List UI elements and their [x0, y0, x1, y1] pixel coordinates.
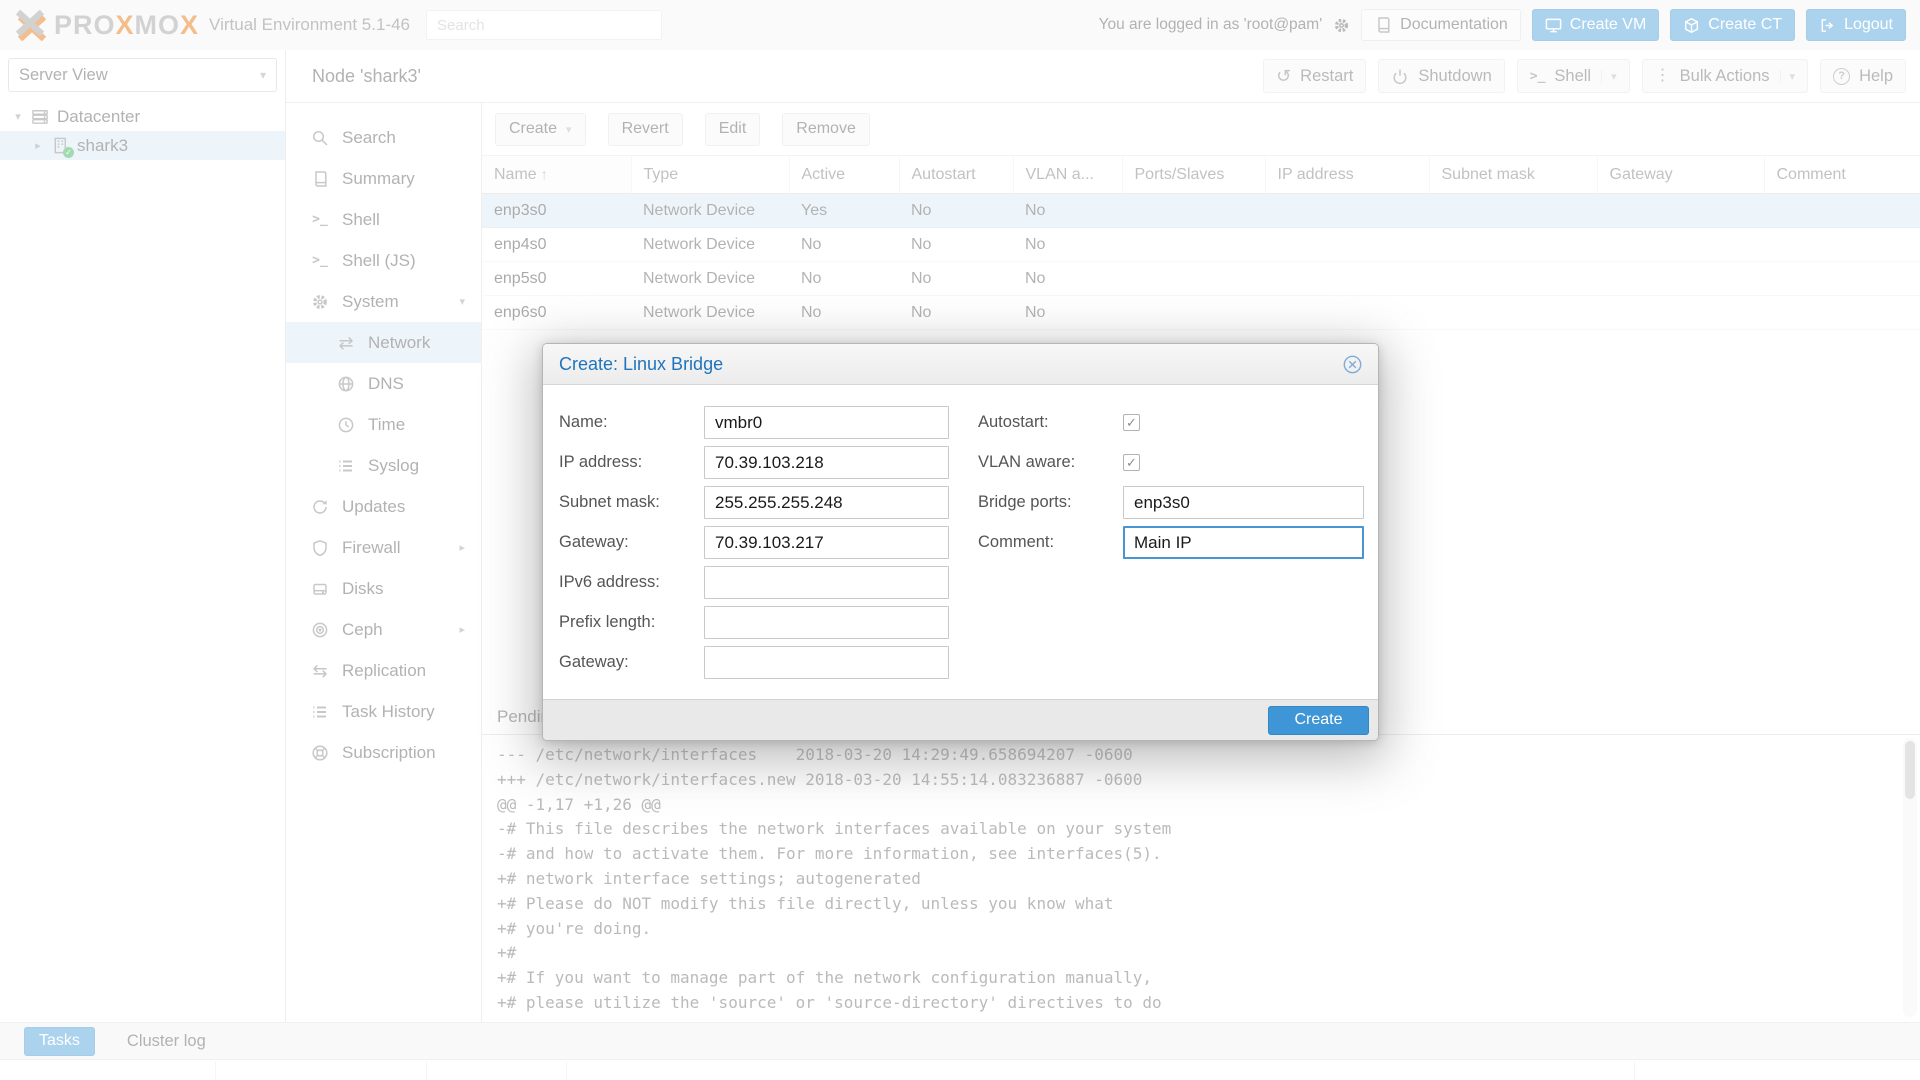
subnet-mask-label: Subnet mask: [559, 493, 704, 512]
dialog-title: Create: Linux Bridge [559, 354, 723, 375]
name-input[interactable] [704, 406, 949, 439]
gateway-label: Gateway: [559, 533, 704, 552]
comment-input[interactable] [1123, 526, 1364, 559]
vlan-aware-label: VLAN aware: [978, 453, 1123, 472]
bridge-ports-label: Bridge ports: [978, 493, 1123, 512]
ipv6-address-input[interactable] [704, 566, 949, 599]
bridge-ports-input[interactable] [1123, 486, 1364, 519]
dialog-footer: Create [543, 699, 1378, 740]
ipv6-address-label: IPv6 address: [559, 573, 704, 592]
dialog-header[interactable]: Create: Linux Bridge [543, 344, 1378, 385]
dialog-create-button[interactable]: Create [1268, 706, 1369, 735]
close-icon[interactable] [1343, 355, 1362, 374]
ip-address-label: IP address: [559, 453, 704, 472]
check-icon: ✓ [1126, 415, 1137, 431]
prefix-length-label: Prefix length: [559, 613, 704, 632]
ip-address-input[interactable] [704, 446, 949, 479]
autostart-checkbox[interactable]: ✓ [1123, 414, 1140, 431]
gateway6-label: Gateway: [559, 653, 704, 672]
dialog-body: Name: IP address: Subnet mask: Gateway: … [543, 385, 1378, 701]
prefix-length-input[interactable] [704, 606, 949, 639]
check-icon: ✓ [1126, 455, 1137, 471]
autostart-label: Autostart: [978, 413, 1123, 432]
vlan-aware-checkbox[interactable]: ✓ [1123, 454, 1140, 471]
create-linux-bridge-dialog: Create: Linux Bridge Name: IP address: S… [542, 343, 1379, 741]
subnet-mask-input[interactable] [704, 486, 949, 519]
name-label: Name: [559, 413, 704, 432]
comment-label: Comment: [978, 533, 1123, 552]
gateway6-input[interactable] [704, 646, 949, 679]
gateway-input[interactable] [704, 526, 949, 559]
dialog-right-column: Autostart: ✓ VLAN aware: ✓ Bridge ports:… [978, 406, 1364, 566]
